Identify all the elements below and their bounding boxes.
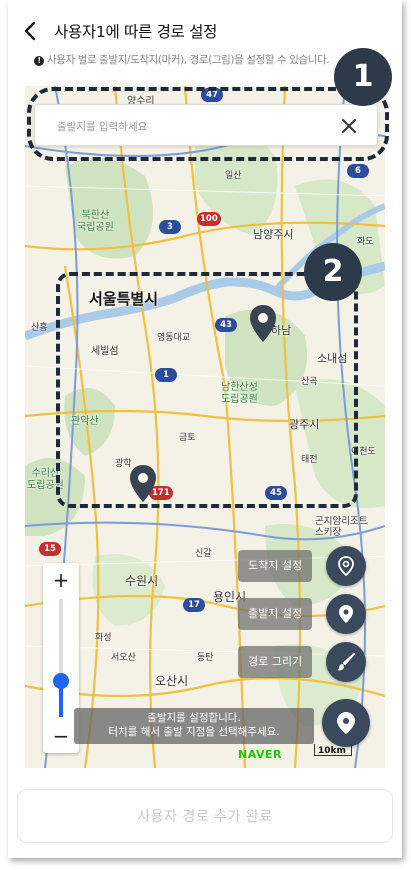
map-label-seoan: 서오산 [111,653,136,663]
naver-logo: NAVER [238,748,282,761]
toast-message: 출발지를 설정합니다. 터치를 해서 출발 지점을 선택해주세요. [74,708,314,744]
map-label-hwaseong: 화성 [95,633,112,643]
map-scale-label: 10km [318,746,346,756]
map-label-bukhansan: 북한산 국립공원 [77,210,114,233]
route-badge-17: 17 [183,598,205,612]
annotation-badge-1: 1 [334,48,392,106]
departure-setting-label[interactable]: 출발지 설정 [238,598,313,630]
map-label-singal: 신갈 [195,549,212,559]
zoom-slider-handle[interactable] [53,673,69,689]
map-label-hwado: 화도 [357,237,374,247]
route-badge-6: 6 [347,164,369,178]
back-arrow-icon[interactable] [20,20,42,42]
map-label-sanhong: 산흥 [31,323,48,333]
location-pin-icon [339,605,353,623]
draw-route-button[interactable] [326,642,366,682]
brush-icon [337,653,355,671]
map-label-gonji: 곤지암리조트 스키장 [315,516,368,538]
map-label-dongtan: 동탄 [197,653,214,663]
route-badge-15: 15 [39,542,61,556]
toast-line-1: 출발지를 설정합니다. [147,712,241,724]
add-marker-button[interactable] [322,699,370,747]
departure-setting-button[interactable] [326,594,366,634]
draw-route-label[interactable]: 경로 그리기 [238,646,313,678]
info-icon: ! [34,56,44,66]
page-title: 사용자1에 따른 경로 설정 [54,23,218,41]
route-badge-3: 3 [159,220,181,234]
annotation-outline-search [27,87,389,161]
map-label-namyangju: 남양주시 [253,228,294,241]
location-pin-icon [337,712,355,734]
arrival-setting-button[interactable] [326,546,366,586]
location-pin-outline-icon [338,556,354,576]
info-text: ! 사용자 별로 출발지/도착지(마커), 경로(그림)을 설정할 수 있습니다. [34,52,330,67]
map-label-suwon: 수원시 [125,574,159,588]
route-badge-100: 100 [197,212,221,226]
complete-route-button[interactable]: 사용자 경로 추가 완료 [17,789,393,843]
toast-line-2: 터치를 해서 출발 지점을 선택해주세요. [108,726,280,738]
zoom-in-button[interactable]: + [43,565,79,595]
map-label-ilsan: 일산 [225,171,242,181]
phone-screen: 사용자1에 따른 경로 설정 ! 사용자 별로 출발지/도착지(마커), 경로(그… [8,0,402,858]
annotation-outline-map [56,272,358,508]
map-label-osan: 오산시 [155,674,189,688]
info-label: 사용자 별로 출발지/도착지(마커), 경로(그림)을 설정할 수 있습니다. [47,54,330,66]
arrival-setting-label[interactable]: 도착지 설정 [238,550,313,582]
header: 사용자1에 따른 경로 설정 [8,0,402,48]
annotation-badge-2: 2 [304,243,362,301]
